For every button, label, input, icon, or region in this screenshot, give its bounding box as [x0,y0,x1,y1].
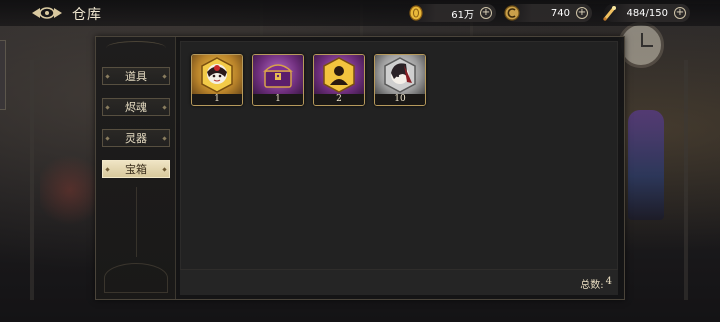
chest-item-slot[interactable]: 1 [191,54,243,106]
total-count: 总数: 4 [580,276,612,291]
add-gem-button[interactable]: + [576,7,588,19]
tab-chests-label: 宝箱 [125,163,147,176]
background-figure [628,110,664,220]
top-bar: 仓库 61万 + 740 + 484/150 + [0,0,720,26]
resource-gem: 740 + [504,4,592,22]
item-grid: 1 1 2 10 [180,41,618,295]
resource-gem-value: 740 [550,7,570,19]
silhouette-hero-chest-icon [314,55,364,95]
purple-treasure-chest-icon [253,55,303,95]
stamina-scroll-icon [600,3,620,23]
silver-hero-portrait-icon [375,55,425,95]
item-count: 2 [314,94,364,105]
resource-gold: 61万 + [409,4,496,22]
tab-artifacts-label: 灵器 [125,132,147,145]
tab-souls-label: 烬魂 [125,101,147,114]
tab-items[interactable]: 道具 [102,67,170,85]
side-drawer-handle[interactable] [0,40,6,110]
add-stamina-button[interactable]: + [674,7,686,19]
resource-stamina: 484/150 + [603,4,690,22]
tab-items-label: 道具 [125,70,147,83]
resource-stamina-value: 484/150 [626,7,668,19]
tab-souls[interactable]: 烬魂 [102,98,170,116]
item-count: 10 [375,94,425,105]
grid-footer: 总数: 4 [180,269,618,295]
total-label: 总数: [580,280,604,291]
back-emblem-icon [32,7,62,19]
back-button[interactable] [30,4,64,22]
chest-item-slot[interactable]: 1 [252,54,304,106]
warehouse-panel: 道具 烬魂 灵器 宝箱 1 1 2 10 总数: 4 [95,36,625,300]
background-glow [40,150,100,230]
page-title: 仓库 [72,7,102,23]
item-count: 1 [253,94,303,105]
hero-portrait-chest-icon [192,55,242,95]
chest-item-slot[interactable]: 2 [313,54,365,106]
category-sidebar: 道具 烬魂 灵器 宝箱 [96,37,176,299]
tab-chests[interactable]: 宝箱 [102,160,170,178]
item-count: 1 [192,94,242,105]
resource-gold-value: 61万 [451,9,474,21]
total-value: 4 [605,276,612,287]
gold-coin-icon [406,3,426,23]
spirit-gem-icon [502,3,522,23]
chest-item-slot[interactable]: 10 [374,54,426,106]
tab-artifacts[interactable]: 灵器 [102,129,170,147]
add-gold-button[interactable]: + [480,7,492,19]
